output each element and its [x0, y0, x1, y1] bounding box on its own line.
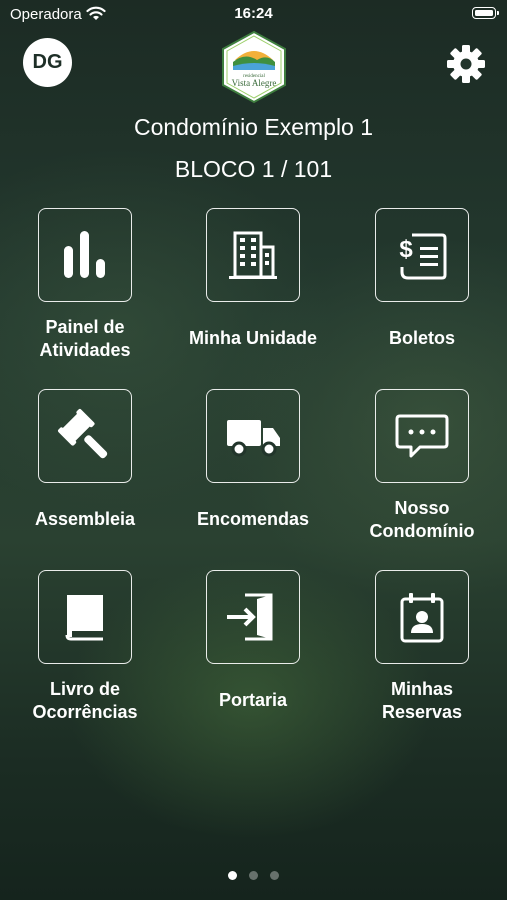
menu-painel-atividades[interactable]: Painel de Atividades	[10, 208, 160, 360]
settings-gear-icon[interactable]	[446, 44, 486, 84]
truck-icon	[227, 420, 280, 457]
chat-icon	[395, 414, 449, 458]
clock: 16:24	[234, 5, 273, 22]
page-dot-3[interactable]	[270, 871, 279, 880]
unit-label: BLOCO 1 / 101	[174, 156, 333, 182]
door-enter-icon	[227, 593, 273, 641]
menu-tile-box[interactable]	[206, 389, 300, 483]
page-indicator[interactable]	[0, 871, 507, 880]
status-bar: Operadora 16:24	[0, 0, 507, 28]
menu-label: Boletos	[388, 328, 455, 348]
menu-label: Painel de Atividades	[39, 317, 131, 360]
menu-tile-box[interactable]: $	[375, 208, 469, 302]
gavel-icon	[58, 409, 108, 459]
menu-tile-box[interactable]	[375, 570, 469, 664]
invoice-icon: $	[399, 233, 447, 280]
menu-tile-box[interactable]	[206, 570, 300, 664]
bar-chart-icon	[64, 231, 105, 278]
menu-encomendas[interactable]: Encomendas	[178, 389, 328, 529]
menu-tile-box[interactable]	[375, 389, 469, 483]
menu-label: Nosso Condomínio	[369, 498, 475, 541]
svg-text:$: $	[399, 236, 413, 263]
menu-tile-box[interactable]	[38, 389, 132, 483]
page-dot-2[interactable]	[249, 871, 258, 880]
building-icon	[229, 231, 277, 279]
menu-label: Assembleia	[34, 509, 136, 529]
page-dot-1[interactable]	[228, 871, 237, 880]
svg-text:Vista Alegre: Vista Alegre	[232, 78, 277, 88]
menu-nosso-condominio[interactable]: Nosso Condomínio	[347, 389, 497, 541]
menu-tile-box[interactable]	[38, 208, 132, 302]
avatar[interactable]: DG	[23, 38, 72, 87]
menu-label: Minhas Reservas	[381, 679, 463, 722]
book-icon	[65, 595, 103, 641]
menu-tile-box[interactable]	[38, 570, 132, 664]
menu-livro-ocorrencias[interactable]: Livro de Ocorrências	[10, 570, 160, 722]
menu-label: Encomendas	[196, 509, 310, 529]
menu-minhas-reservas[interactable]: Minhas Reservas	[347, 570, 497, 722]
condo-logo: residencial Vista Alegre	[222, 30, 286, 104]
menu-minha-unidade[interactable]: Minha Unidade	[178, 208, 328, 348]
menu-boletos[interactable]: $ Boletos	[347, 208, 497, 348]
menu-label: Minha Unidade	[188, 328, 317, 348]
menu-tile-box[interactable]	[206, 208, 300, 302]
menu-portaria[interactable]: Portaria	[178, 570, 328, 710]
condominium-name: Condomínio Exemplo 1	[133, 114, 374, 140]
menu-label: Livro de Ocorrências	[32, 679, 138, 722]
battery-icon	[472, 7, 499, 19]
menu-assembleia[interactable]: Assembleia	[10, 389, 160, 529]
menu-label: Portaria	[218, 690, 288, 710]
calendar-person-icon	[400, 593, 444, 643]
